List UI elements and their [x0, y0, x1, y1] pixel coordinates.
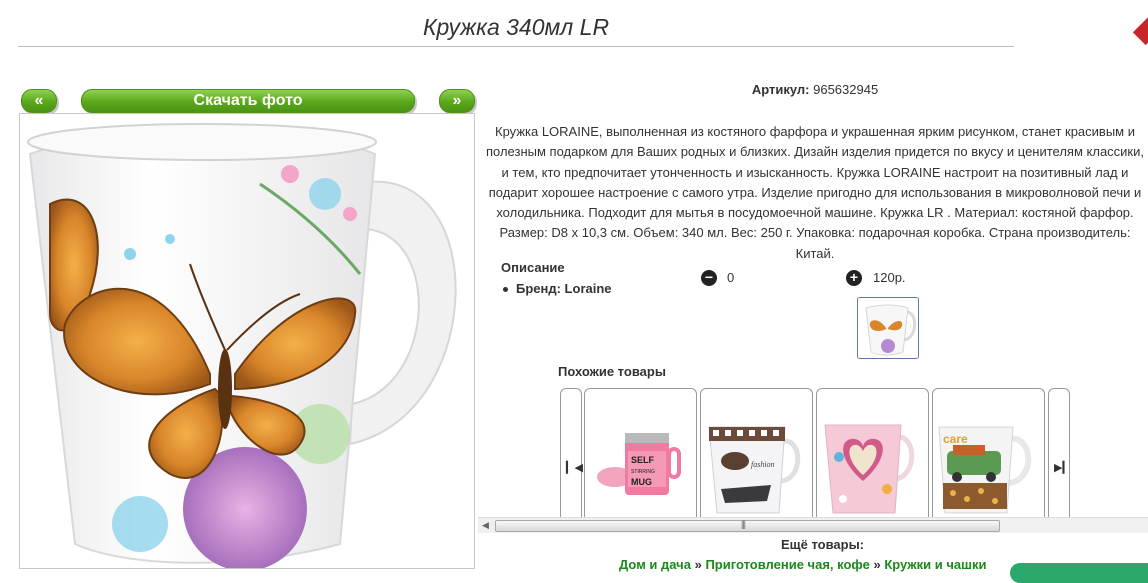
fashion-mug-image: fashion	[708, 426, 801, 514]
sku-label: Артикул:	[751, 82, 810, 97]
skip-next-icon: ▶▎	[1054, 462, 1071, 474]
retro-car-mug-image: care	[938, 426, 1032, 514]
skip-prev-icon: ▎◀	[566, 462, 583, 474]
minus-circle-icon[interactable]: −	[701, 270, 717, 286]
crumb-separator: »	[694, 557, 702, 572]
description-heading: Описание	[501, 260, 565, 275]
corner-logo-icon	[1132, 16, 1148, 46]
svg-text:care: care	[943, 432, 968, 446]
crumb-separator: »	[873, 557, 881, 572]
page-title: Кружка 340мл LR	[422, 14, 610, 40]
similar-item-retro-car-mug[interactable]: care	[932, 388, 1045, 517]
carousel-next-button[interactable]: ▶▎	[1048, 388, 1071, 517]
sku-value: 965632945	[813, 82, 879, 97]
price-value: 120р.	[873, 270, 906, 285]
next-photo-button[interactable]: »	[439, 89, 475, 113]
crumb-mugs-cups[interactable]: Кружки и чашки	[884, 557, 986, 572]
quantity-value: 0	[727, 270, 735, 285]
scroll-left-icon[interactable]: ◀	[482, 520, 489, 531]
similar-item-self-stirring-mug[interactable]: SELF STIRRING MUG	[584, 388, 697, 517]
product-thumbnail[interactable]	[857, 297, 919, 359]
crumb-home-garden[interactable]: Дом и дача	[619, 557, 691, 572]
svg-text:STIRRING: STIRRING	[631, 469, 655, 475]
download-photo-button[interactable]: Скачать фото	[81, 89, 415, 113]
brand-item: Бренд: Loraine	[503, 281, 612, 296]
self-stirring-mug-image: SELF STIRRING MUG	[597, 433, 681, 495]
svg-text:SELF: SELF	[631, 455, 655, 465]
breadcrumb: Дом и дача » Приготовление чая, кофе » К…	[619, 557, 986, 572]
thumbnail-image	[865, 304, 917, 356]
scrollbar-thumb[interactable]: |||	[495, 519, 1000, 532]
title-divider	[18, 46, 1014, 47]
svg-text:MUG: MUG	[631, 477, 652, 487]
product-photo[interactable]	[19, 113, 475, 569]
grip-icon: |||	[741, 519, 746, 529]
heart-mug-image	[824, 424, 915, 514]
prev-photo-button[interactable]: «	[21, 89, 57, 113]
mug-illustration	[27, 123, 457, 568]
product-description: Кружка LORAINE, выполненная из костяного…	[485, 124, 1144, 261]
svg-text:fashion: fashion	[751, 460, 775, 469]
similar-item-fashion-mug[interactable]: fashion	[700, 388, 813, 517]
crumb-tea-coffee[interactable]: Приготовление чая, кофе	[705, 557, 869, 572]
bullet-icon	[503, 287, 508, 293]
sku-line: Артикул: 965632945	[620, 82, 1010, 97]
similar-heading: Похожие товары	[558, 364, 666, 379]
brand-label: Бренд: Loraine	[516, 281, 612, 296]
plus-circle-icon[interactable]: +	[846, 270, 862, 286]
more-products-heading: Ещё товары:	[780, 537, 865, 552]
horizontal-scrollbar[interactable]: ◀ |||	[478, 517, 1148, 533]
carousel-prev-button[interactable]: ▎◀	[560, 388, 583, 517]
chat-widget[interactable]	[1010, 563, 1148, 583]
similar-item-heart-mug[interactable]	[816, 388, 929, 517]
